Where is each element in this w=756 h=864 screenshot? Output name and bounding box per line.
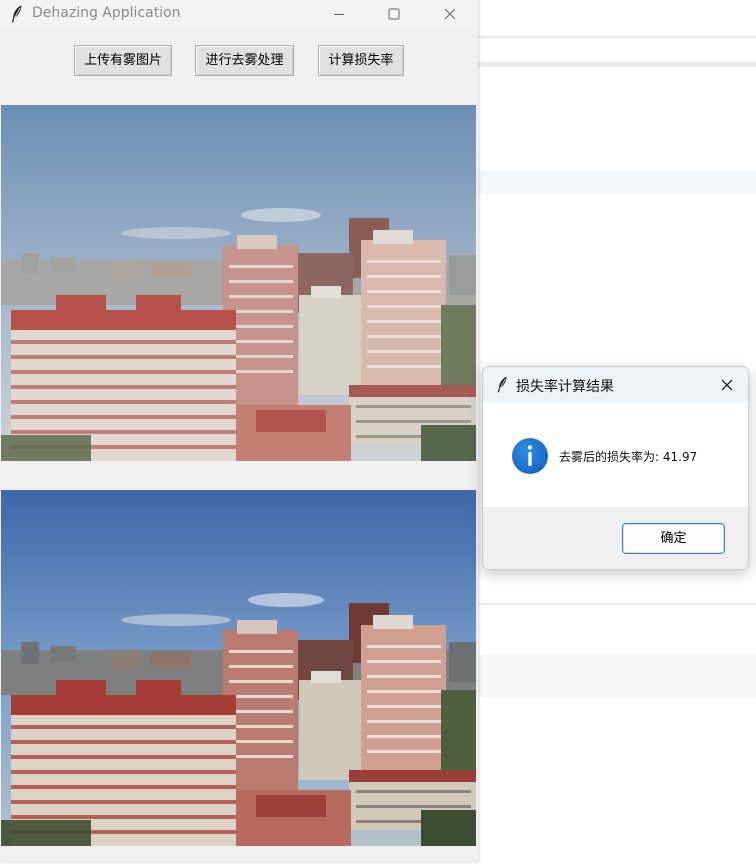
dehazed-result-image [1, 490, 476, 846]
background-band [478, 170, 756, 194]
dehazing-app-window: Dehazing Application 上传有雾图片 进行去雾处理 计算损失率 [0, 0, 478, 862]
dialog-message: 去雾后的损失率为: 41.97 [559, 450, 698, 464]
window-titlebar[interactable]: Dehazing Application [0, 0, 478, 30]
close-icon [721, 379, 733, 391]
background-band [478, 603, 756, 605]
dialog-titlebar[interactable]: 损失率计算结果 [483, 367, 748, 403]
loss-rate-dialog: 损失率计算结果 去雾后的损失率为: 41.97 确定 [482, 366, 749, 570]
minimize-icon [334, 14, 344, 15]
background-band [478, 62, 756, 67]
background-divider [478, 36, 756, 38]
feather-icon [497, 376, 507, 393]
maximize-icon [388, 8, 400, 20]
dialog-body: 去雾后的损失率为: 41.97 [483, 403, 748, 507]
feather-icon [12, 5, 22, 23]
dialog-footer: 确定 [483, 507, 748, 569]
minimize-button[interactable] [312, 0, 366, 28]
close-button[interactable] [423, 0, 477, 28]
original-hazy-image [1, 105, 476, 461]
compute-loss-button[interactable]: 计算损失率 [318, 45, 404, 76]
info-icon [512, 438, 548, 474]
dialog-title: 损失率计算结果 [516, 379, 614, 395]
upload-hazy-image-button[interactable]: 上传有雾图片 [74, 45, 172, 76]
background-band [478, 655, 756, 697]
maximize-button[interactable] [367, 0, 421, 28]
window-title: Dehazing Application [32, 5, 181, 21]
ok-button[interactable]: 确定 [622, 523, 725, 554]
dialog-close-button[interactable] [714, 373, 740, 397]
close-icon [444, 8, 456, 20]
dehaze-button[interactable]: 进行去雾处理 [195, 45, 294, 76]
